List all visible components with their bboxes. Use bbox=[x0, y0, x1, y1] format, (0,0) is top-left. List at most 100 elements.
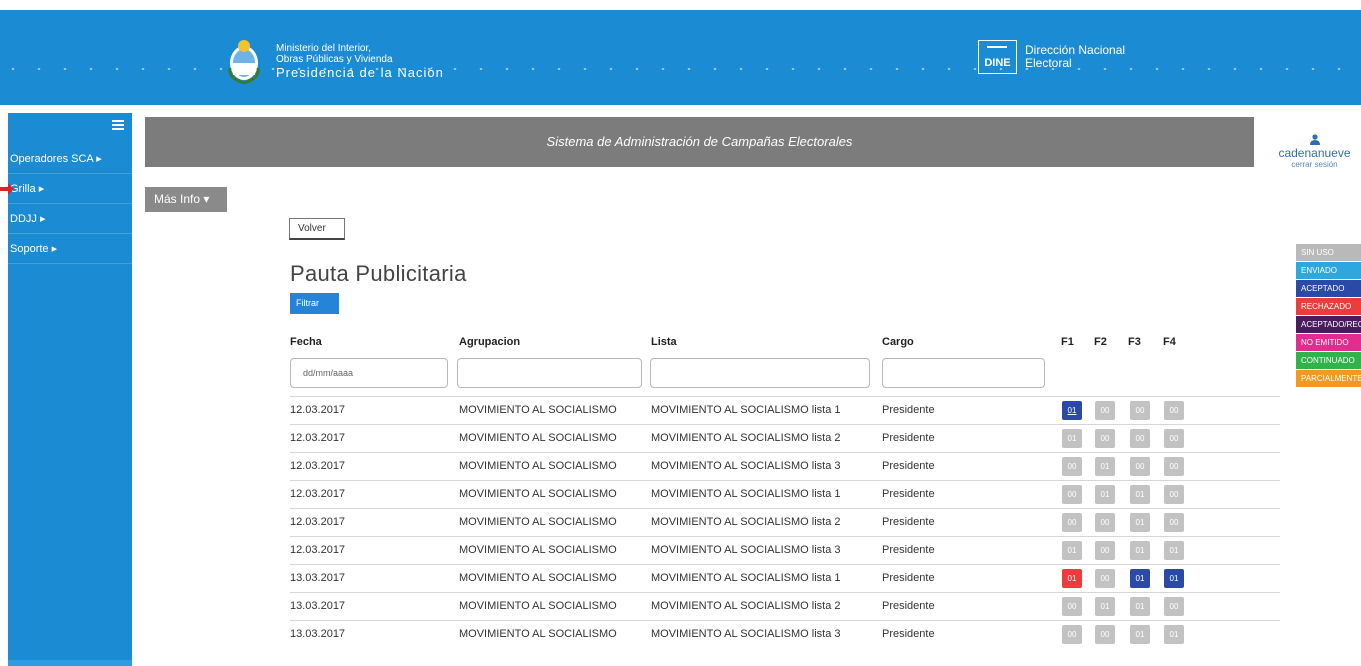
header-f1: F1 bbox=[1061, 336, 1074, 348]
dine-line-2: Electoral bbox=[1025, 56, 1072, 70]
header-dotted-line bbox=[0, 68, 1361, 70]
legend-item: ACEPTADO bbox=[1296, 280, 1361, 297]
f2-status-badge[interactable]: 01 bbox=[1095, 597, 1115, 616]
header-top-strip bbox=[0, 0, 1361, 10]
f1-status-badge[interactable]: 01 bbox=[1062, 429, 1082, 448]
user-panel: cadenanueve cerrar sesión bbox=[1268, 134, 1361, 169]
cell-lista: MOVIMIENTO AL SOCIALISMO lista 3 bbox=[651, 460, 841, 472]
cell-agrupacion: MOVIMIENTO AL SOCIALISMO bbox=[459, 404, 617, 416]
legend-item: ENVIADO bbox=[1296, 262, 1361, 279]
f3-status-badge[interactable]: 01 bbox=[1130, 625, 1150, 644]
cell-agrupacion: MOVIMIENTO AL SOCIALISMO bbox=[459, 488, 617, 500]
f4-status-badge[interactable]: 00 bbox=[1164, 597, 1184, 616]
f4-status-badge[interactable]: 00 bbox=[1164, 513, 1184, 532]
logout-link[interactable]: cerrar sesión bbox=[1268, 160, 1361, 169]
sidebar-item-grilla[interactable]: Grilla ▸ bbox=[8, 174, 132, 204]
fecha-filter-input[interactable]: dd/mm/aaaa bbox=[290, 358, 448, 388]
cell-cargo: Presidente bbox=[882, 404, 935, 416]
page-title: Pauta Publicitaria bbox=[290, 261, 467, 286]
f4-status-badge[interactable]: 00 bbox=[1164, 485, 1184, 504]
f2-status-badge[interactable]: 00 bbox=[1095, 569, 1115, 588]
cell-cargo: Presidente bbox=[882, 488, 935, 500]
f3-status-badge[interactable]: 01 bbox=[1130, 569, 1150, 588]
lista-filter-input[interactable] bbox=[650, 358, 870, 388]
table-row: 13.03.2017 MOVIMIENTO AL SOCIALISMO MOVIMI… bbox=[290, 564, 1280, 591]
agrupacion-filter-input[interactable] bbox=[457, 358, 642, 388]
table-row: 12.03.2017 MOVIMIENTO AL SOCIALISMO MOVIMI… bbox=[290, 536, 1280, 563]
cell-fecha: 13.03.2017 bbox=[290, 628, 346, 640]
f2-status-badge[interactable]: 00 bbox=[1095, 513, 1115, 532]
legend-item: RECHAZADO bbox=[1296, 298, 1361, 315]
f3-status-badge[interactable]: 01 bbox=[1130, 513, 1150, 532]
dine-logo-box: DINE bbox=[978, 40, 1017, 74]
cell-lista: MOVIMIENTO AL SOCIALISMO lista 3 bbox=[651, 544, 841, 556]
f2-status-badge[interactable]: 01 bbox=[1095, 485, 1115, 504]
cell-agrupacion: MOVIMIENTO AL SOCIALISMO bbox=[459, 600, 617, 612]
f1-status-badge[interactable]: 00 bbox=[1062, 513, 1082, 532]
cell-agrupacion: MOVIMIENTO AL SOCIALISMO bbox=[459, 516, 617, 528]
f1-status-badge[interactable]: 00 bbox=[1062, 625, 1082, 644]
user-name[interactable]: cadenanueve bbox=[1268, 146, 1361, 160]
table-row: 12.03.2017 MOVIMIENTO AL SOCIALISMO MOVIMI… bbox=[290, 480, 1280, 507]
f2-status-badge[interactable]: 00 bbox=[1095, 429, 1115, 448]
cell-cargo: Presidente bbox=[882, 572, 935, 584]
cell-fecha: 12.03.2017 bbox=[290, 460, 346, 472]
f4-status-badge[interactable]: 00 bbox=[1164, 429, 1184, 448]
cell-cargo: Presidente bbox=[882, 432, 935, 444]
f4-status-badge[interactable]: 00 bbox=[1164, 457, 1184, 476]
f1-status-badge[interactable]: 00 bbox=[1062, 597, 1082, 616]
volver-button[interactable]: Volver bbox=[289, 218, 345, 240]
ministry-logo[interactable]: Ministerio del Interior, Obras Públicas … bbox=[226, 38, 444, 84]
cell-cargo: Presidente bbox=[882, 600, 935, 612]
mas-info-button[interactable]: Más Info ▾ bbox=[145, 187, 227, 212]
f1-status-badge[interactable]: 01 bbox=[1062, 401, 1082, 420]
legend-item: PARCIALMENTE bbox=[1296, 370, 1361, 387]
sidebar-item-ddjj[interactable]: DDJJ ▸ bbox=[8, 204, 132, 234]
table-row: 13.03.2017 MOVIMIENTO AL SOCIALISMO MOVIMI… bbox=[290, 620, 1280, 647]
sidebar-item-soporte[interactable]: Soporte ▸ bbox=[8, 234, 132, 264]
filtrar-button[interactable]: Filtrar bbox=[290, 293, 339, 314]
f3-status-badge[interactable]: 00 bbox=[1130, 401, 1150, 420]
header-f2: F2 bbox=[1094, 336, 1107, 348]
cell-cargo: Presidente bbox=[882, 460, 935, 472]
f4-status-badge[interactable]: 00 bbox=[1164, 401, 1184, 420]
hamburger-menu-icon[interactable] bbox=[112, 120, 124, 130]
cell-agrupacion: MOVIMIENTO AL SOCIALISMO bbox=[459, 544, 617, 556]
f4-status-badge[interactable]: 01 bbox=[1164, 625, 1184, 644]
f4-status-badge[interactable]: 01 bbox=[1164, 541, 1184, 560]
legend-item: NO EMITIDO bbox=[1296, 334, 1361, 351]
dine-text: Dirección Nacional Electoral bbox=[1025, 44, 1125, 70]
f1-status-badge[interactable]: 00 bbox=[1062, 485, 1082, 504]
f3-status-badge[interactable]: 01 bbox=[1130, 485, 1150, 504]
cell-cargo: Presidente bbox=[882, 544, 935, 556]
cell-fecha: 12.03.2017 bbox=[290, 516, 346, 528]
sidebar-item-operadores[interactable]: Operadores SCA ▸ bbox=[8, 144, 132, 174]
cargo-filter-input[interactable] bbox=[882, 358, 1045, 388]
header-cargo: Cargo bbox=[882, 336, 914, 348]
f1-status-badge[interactable]: 01 bbox=[1062, 541, 1082, 560]
cell-fecha: 12.03.2017 bbox=[290, 544, 346, 556]
f1-status-badge[interactable]: 00 bbox=[1062, 457, 1082, 476]
f2-status-badge[interactable]: 01 bbox=[1095, 457, 1115, 476]
cell-lista: MOVIMIENTO AL SOCIALISMO lista 1 bbox=[651, 404, 841, 416]
cell-lista: MOVIMIENTO AL SOCIALISMO lista 2 bbox=[651, 600, 841, 612]
ministry-line-1: Ministerio del Interior, bbox=[276, 42, 372, 54]
f2-status-badge[interactable]: 00 bbox=[1095, 541, 1115, 560]
legend-item: CONTINUADO bbox=[1296, 352, 1361, 369]
f3-status-badge[interactable]: 01 bbox=[1130, 597, 1150, 616]
f1-status-badge[interactable]: 01 bbox=[1062, 569, 1082, 588]
cell-fecha: 13.03.2017 bbox=[290, 572, 346, 584]
f3-status-badge[interactable]: 00 bbox=[1130, 457, 1150, 476]
f3-status-badge[interactable]: 01 bbox=[1130, 541, 1150, 560]
sidebar: Operadores SCA ▸ Grilla ▸ DDJJ ▸ Soporte… bbox=[8, 113, 132, 666]
f2-status-badge[interactable]: 00 bbox=[1095, 625, 1115, 644]
cell-lista: MOVIMIENTO AL SOCIALISMO lista 1 bbox=[651, 488, 841, 500]
header-band bbox=[0, 0, 1361, 105]
f4-status-badge[interactable]: 01 bbox=[1164, 569, 1184, 588]
cell-fecha: 12.03.2017 bbox=[290, 404, 346, 416]
dine-logo[interactable]: DINE Dirección Nacional Electoral bbox=[978, 40, 1125, 74]
ministry-line-3: Presidencia de la Nación bbox=[276, 64, 444, 80]
table-row: 12.03.2017 MOVIMIENTO AL SOCIALISMO MOVIMI… bbox=[290, 508, 1280, 535]
f3-status-badge[interactable]: 00 bbox=[1130, 429, 1150, 448]
f2-status-badge[interactable]: 00 bbox=[1095, 401, 1115, 420]
